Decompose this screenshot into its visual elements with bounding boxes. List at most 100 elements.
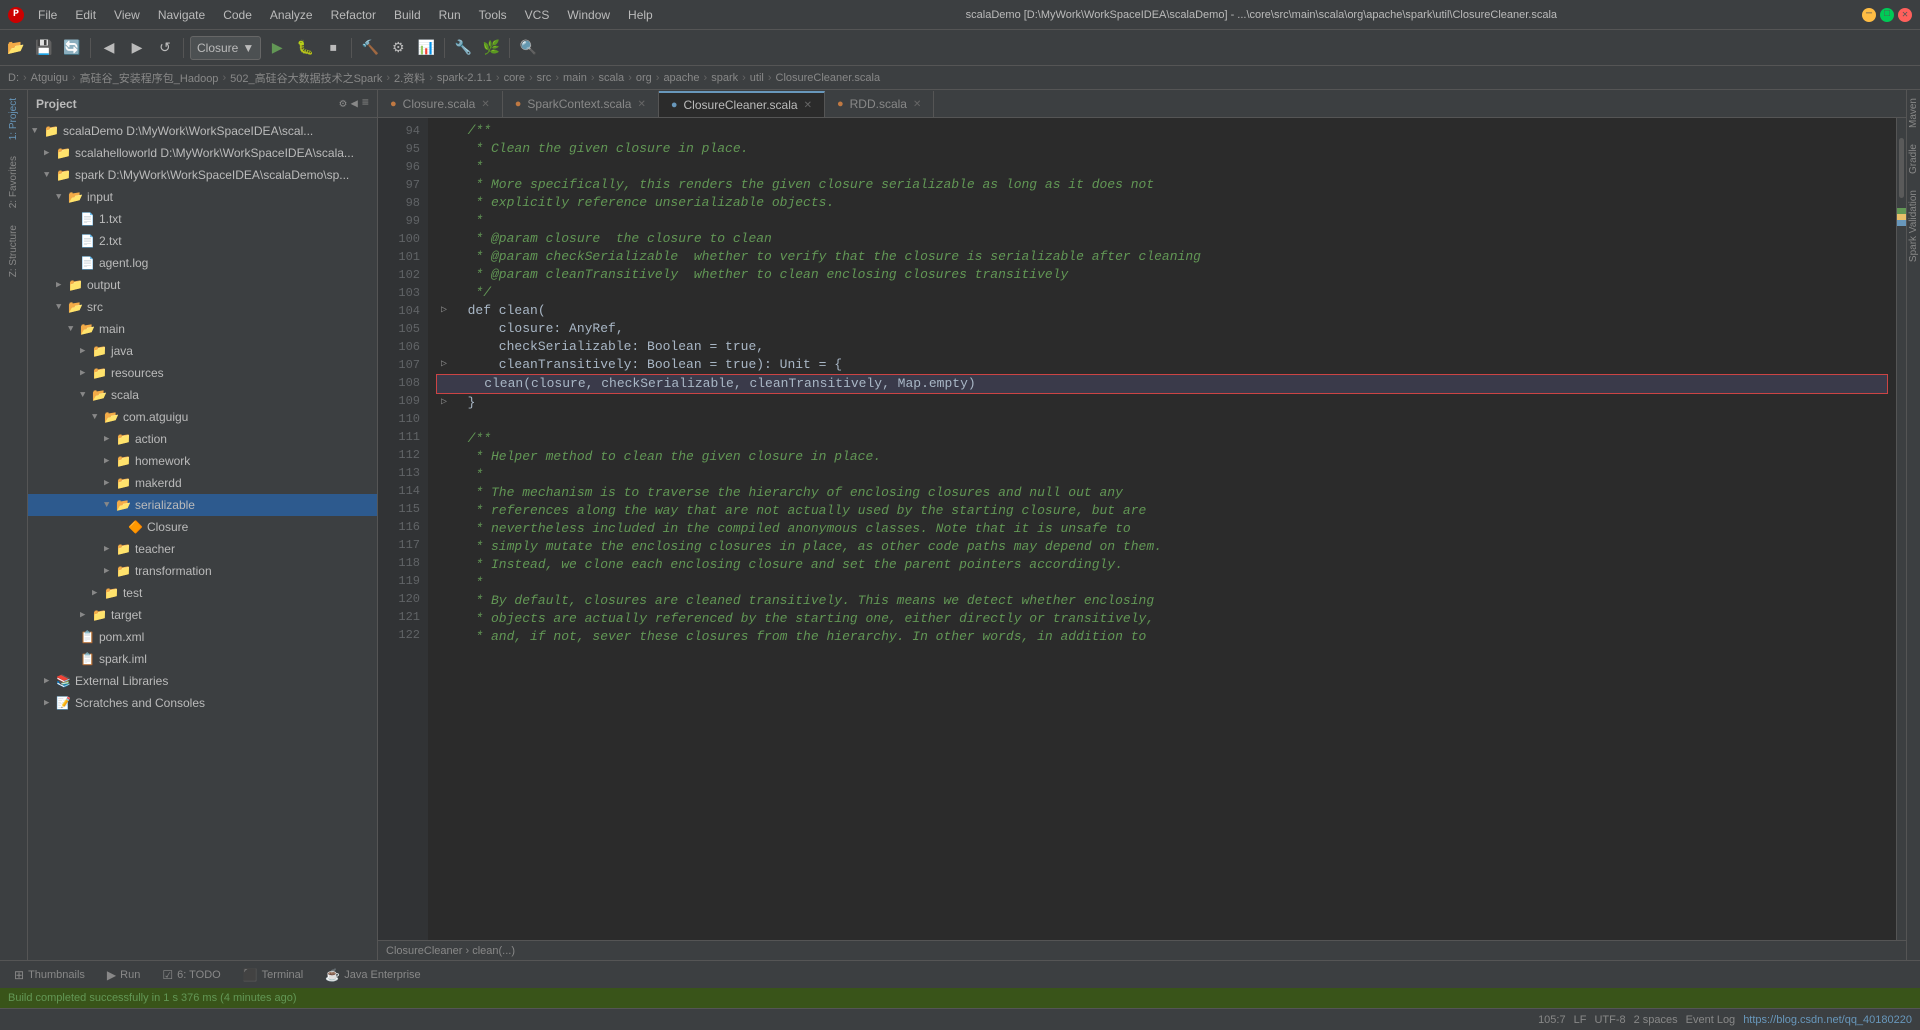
editor-tab-3[interactable]: ● RDD.scala ✕	[825, 91, 934, 117]
spark-validation-tab[interactable]: Spark Validation	[1904, 182, 1920, 270]
favorites-tab[interactable]: 2: Favorites	[4, 148, 23, 216]
menu-item-analyze[interactable]: Analyze	[262, 6, 321, 24]
tree-item-1[interactable]: ▶📁scalahelloworld D:\MyWork\WorkSpaceIDE…	[28, 142, 377, 164]
tree-item-25[interactable]: ▶📚External Libraries	[28, 670, 377, 692]
editor-tab-1[interactable]: ● SparkContext.scala ✕	[503, 91, 659, 117]
coverage-button[interactable]: 📊	[414, 36, 438, 60]
breadcrumb-item-9[interactable]: scala	[599, 72, 625, 84]
tree-item-12[interactable]: ▼📂scala	[28, 384, 377, 406]
tree-item-16[interactable]: ▶📁makerdd	[28, 472, 377, 494]
tree-item-11[interactable]: ▶📁resources	[28, 362, 377, 384]
bottom-tab-1[interactable]: ▶ Run	[97, 965, 150, 985]
toolbar-sync-button[interactable]: 🔄	[60, 36, 84, 60]
breadcrumb-item-12[interactable]: spark	[711, 72, 738, 84]
bottom-tab-0[interactable]: ⊞ Thumbnails	[4, 965, 95, 985]
run-config-dropdown[interactable]: Closure ▼	[190, 36, 261, 60]
tree-item-4[interactable]: 📄1.txt	[28, 208, 377, 230]
project-collapse-icon[interactable]: ◀	[351, 96, 358, 111]
tree-item-7[interactable]: ▶📁output	[28, 274, 377, 296]
breadcrumb-item-11[interactable]: apache	[663, 72, 699, 84]
tree-item-2[interactable]: ▼📁spark D:\MyWork\WorkSpaceIDEA\scalaDem…	[28, 164, 377, 186]
breadcrumb-item-6[interactable]: core	[504, 72, 525, 84]
breadcrumb-item-1[interactable]: Atguigu	[31, 72, 68, 84]
debug-button[interactable]: 🐛	[293, 36, 317, 60]
menu-item-navigate[interactable]: Navigate	[150, 6, 213, 24]
menu-item-view[interactable]: View	[106, 6, 148, 24]
git-button[interactable]: 🌿	[479, 36, 503, 60]
close-button[interactable]: ✕	[1898, 8, 1912, 22]
tab-close-2[interactable]: ✕	[804, 100, 812, 111]
maven-tab[interactable]: Maven	[1904, 90, 1920, 136]
breadcrumb-item-5[interactable]: spark-2.1.1	[437, 72, 492, 84]
menu-item-code[interactable]: Code	[215, 6, 260, 24]
tree-item-20[interactable]: ▶📁transformation	[28, 560, 377, 582]
breadcrumb-item-13[interactable]: util	[750, 72, 764, 84]
search-button[interactable]: 🔍	[516, 36, 540, 60]
toolbar-back-button[interactable]: ◀	[97, 36, 121, 60]
tree-item-19[interactable]: ▶📁teacher	[28, 538, 377, 560]
breadcrumb-item-3[interactable]: 502_高硅谷大数据技术之Spark	[230, 70, 382, 86]
run-button[interactable]: ▶	[265, 36, 289, 60]
code-area[interactable]: /** * Clean the given closure in place. …	[428, 118, 1896, 940]
maximize-button[interactable]: □	[1880, 8, 1894, 22]
tab-close-1[interactable]: ✕	[637, 99, 645, 110]
tree-item-21[interactable]: ▶📁test	[28, 582, 377, 604]
stop-button[interactable]: ⏹	[321, 36, 345, 60]
toolbar-save-button[interactable]: 💾	[32, 36, 56, 60]
editor-tab-0[interactable]: ● Closure.scala ✕	[378, 91, 503, 117]
rebuild-button[interactable]: ⚙	[386, 36, 410, 60]
bottom-tab-3[interactable]: ⬛ Terminal	[233, 965, 314, 985]
sdk-button[interactable]: 🔧	[451, 36, 475, 60]
breadcrumb-item-8[interactable]: main	[563, 72, 587, 84]
minimize-button[interactable]: ─	[1862, 8, 1876, 22]
gradle-tab[interactable]: Gradle	[1904, 136, 1920, 182]
project-menu-icon[interactable]: ≡	[362, 96, 369, 111]
menu-item-vcs[interactable]: VCS	[517, 6, 558, 24]
tree-item-13[interactable]: ▼📂com.atguigu	[28, 406, 377, 428]
event-log[interactable]: Event Log	[1686, 1014, 1736, 1026]
menu-item-tools[interactable]: Tools	[471, 6, 515, 24]
breadcrumb-item-4[interactable]: 2.资料	[394, 70, 425, 86]
csdn-link[interactable]: https://blog.csdn.net/qq_40180220	[1743, 1014, 1912, 1026]
tree-item-0[interactable]: ▼📁scalaDemo D:\MyWork\WorkSpaceIDEA\scal…	[28, 120, 377, 142]
tree-item-5[interactable]: 📄2.txt	[28, 230, 377, 252]
tree-item-22[interactable]: ▶📁target	[28, 604, 377, 626]
breadcrumb-item-7[interactable]: src	[537, 72, 552, 84]
tree-item-10[interactable]: ▶📁java	[28, 340, 377, 362]
breadcrumb-item-14[interactable]: ClosureCleaner.scala	[776, 72, 881, 84]
menu-item-build[interactable]: Build	[386, 6, 429, 24]
breadcrumb-item-2[interactable]: 高硅谷_安装程序包_Hadoop	[80, 70, 219, 86]
structure-tab[interactable]: Z: Structure	[4, 217, 23, 285]
tree-item-18[interactable]: 🔶Closure	[28, 516, 377, 538]
tree-item-3[interactable]: ▼📂input	[28, 186, 377, 208]
toolbar-forward-button[interactable]: ▶	[125, 36, 149, 60]
bottom-tab-4[interactable]: ☕ Java Enterprise	[315, 965, 430, 985]
tree-item-8[interactable]: ▼📂src	[28, 296, 377, 318]
tree-item-26[interactable]: ▶📝Scratches and Consoles	[28, 692, 377, 714]
menu-item-refactor[interactable]: Refactor	[323, 6, 384, 24]
menu-item-help[interactable]: Help	[620, 6, 661, 24]
project-tab[interactable]: 1: Project	[4, 90, 23, 148]
tree-item-17[interactable]: ▼📂serializable	[28, 494, 377, 516]
tree-item-9[interactable]: ▼📂main	[28, 318, 377, 340]
menu-item-window[interactable]: Window	[559, 6, 618, 24]
menu-item-edit[interactable]: Edit	[67, 6, 104, 24]
toolbar-refresh-button[interactable]: ↺	[153, 36, 177, 60]
tab-close-0[interactable]: ✕	[481, 99, 489, 110]
bottom-tab-2[interactable]: ☑ 6: TODO	[152, 965, 230, 985]
editor-tab-2[interactable]: ● ClosureCleaner.scala ✕	[659, 91, 825, 117]
breadcrumb-item-0[interactable]: D:	[8, 72, 19, 84]
menu-item-run[interactable]: Run	[431, 6, 469, 24]
tree-item-6[interactable]: 📄agent.log	[28, 252, 377, 274]
tree-item-23[interactable]: 📋pom.xml	[28, 626, 377, 648]
tree-item-24[interactable]: 📋spark.iml	[28, 648, 377, 670]
tree-item-14[interactable]: ▶📁action	[28, 428, 377, 450]
project-settings-icon[interactable]: ⚙	[339, 96, 346, 111]
toolbar-open-button[interactable]: 📂	[4, 36, 28, 60]
build-button[interactable]: 🔨	[358, 36, 382, 60]
breadcrumb-item-10[interactable]: org	[636, 72, 652, 84]
menu-item-file[interactable]: File	[30, 6, 65, 24]
code-content-4: * explicitly reference unserializable ob…	[452, 194, 834, 212]
tab-close-3[interactable]: ✕	[913, 99, 921, 110]
tree-item-15[interactable]: ▶📁homework	[28, 450, 377, 472]
